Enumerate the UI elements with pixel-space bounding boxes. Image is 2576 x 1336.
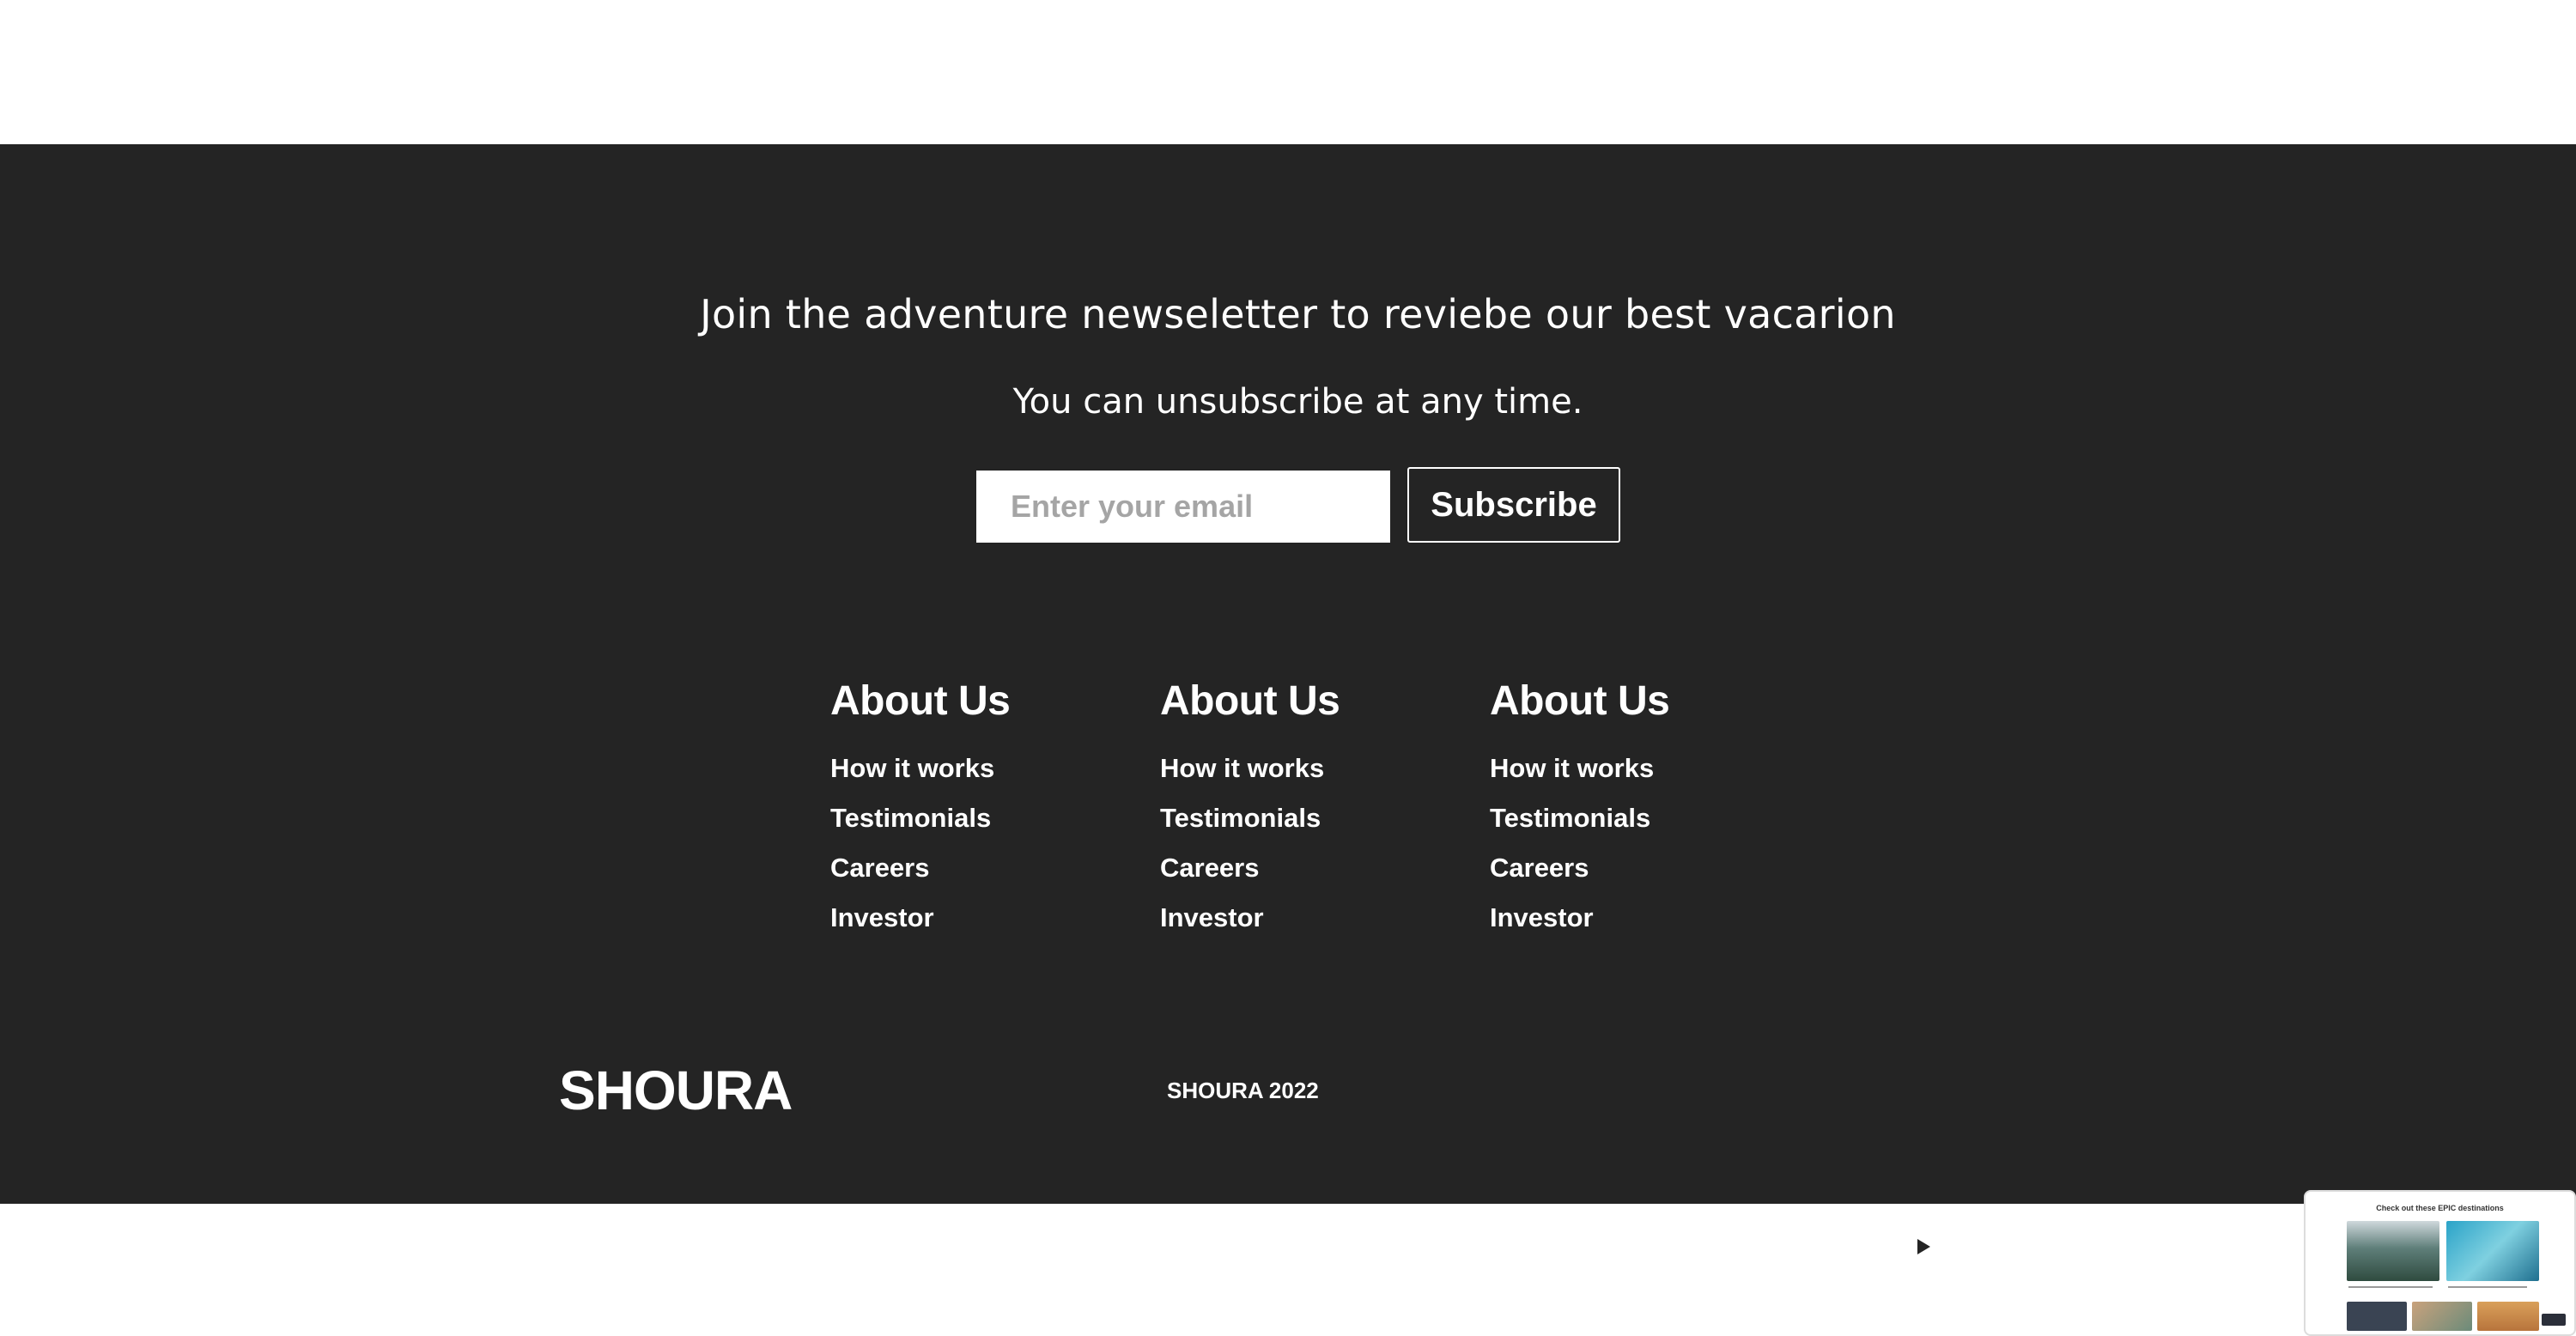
site-footer: Join the adventure newseletter to revieb…: [0, 144, 2576, 1336]
destination-thumbnail[interactable]: [2347, 1302, 2407, 1331]
email-input[interactable]: [976, 471, 1390, 543]
column-heading: About Us: [1160, 678, 1340, 724]
facebook-icon[interactable]: [1645, 1221, 1697, 1272]
link-careers[interactable]: Careers: [1490, 853, 1589, 883]
column-heading: About Us: [1490, 678, 1670, 724]
destinations-popup[interactable]: Check out these EPIC destinations: [2304, 1190, 2576, 1336]
destination-thumbnail[interactable]: [2477, 1302, 2539, 1331]
link-investor[interactable]: Investor: [830, 902, 934, 932]
column-heading: About Us: [830, 678, 1011, 724]
footer-link-list: How it works Testimonials Careers Invest…: [830, 755, 1010, 954]
footer-link-column: About Us How it works Testimonials Caree…: [1490, 678, 1670, 954]
footer-link-list: How it works Testimonials Careers Invest…: [1490, 755, 1669, 954]
newsletter-heading: Join the adventure newseletter to revieb…: [700, 291, 1896, 337]
youtube-icon[interactable]: [1897, 1221, 1948, 1272]
footer-link-column: About Us How it works Testimonials Caree…: [830, 678, 1011, 954]
link-careers[interactable]: Careers: [830, 853, 929, 883]
link-testimonials[interactable]: Testimonials: [830, 803, 991, 833]
brand-logo[interactable]: SHOURA: [559, 1063, 793, 1118]
subscribe-button[interactable]: Subscribe: [1407, 467, 1620, 543]
link-investor[interactable]: Investor: [1490, 902, 1594, 932]
footer-link-list: How it works Testimonials Careers Invest…: [1160, 755, 1340, 954]
page-top-area: [0, 0, 2576, 144]
copyright-text: SHOURA 2022: [1167, 1078, 1319, 1103]
popup-title: Check out these EPIC destinations: [2376, 1204, 2504, 1212]
twitter-icon[interactable]: [1766, 1221, 1818, 1272]
popup-action-button[interactable]: [2542, 1314, 2566, 1326]
instagram-icon[interactable]: [2027, 1221, 2079, 1272]
destination-thumbnail[interactable]: [2446, 1221, 2539, 1281]
link-careers[interactable]: Careers: [1160, 853, 1259, 883]
destination-thumbnail[interactable]: [2412, 1302, 2472, 1331]
destination-thumbnail[interactable]: [2347, 1221, 2439, 1281]
thumbnail-caption: [2348, 1286, 2433, 1288]
link-investor[interactable]: Investor: [1160, 902, 1264, 932]
link-how-it-works[interactable]: How it works: [830, 753, 994, 783]
link-testimonials[interactable]: Testimonials: [1490, 803, 1650, 833]
thumbnail-caption: [2448, 1286, 2527, 1288]
newsletter-subheading: You can unsubscribe at any time.: [1012, 382, 1583, 422]
link-how-it-works[interactable]: How it works: [1490, 753, 1654, 783]
footer-link-column: About Us How it works Testimonials Caree…: [1160, 681, 1340, 954]
link-testimonials[interactable]: Testimonials: [1160, 803, 1321, 833]
link-how-it-works[interactable]: How it works: [1160, 753, 1324, 783]
